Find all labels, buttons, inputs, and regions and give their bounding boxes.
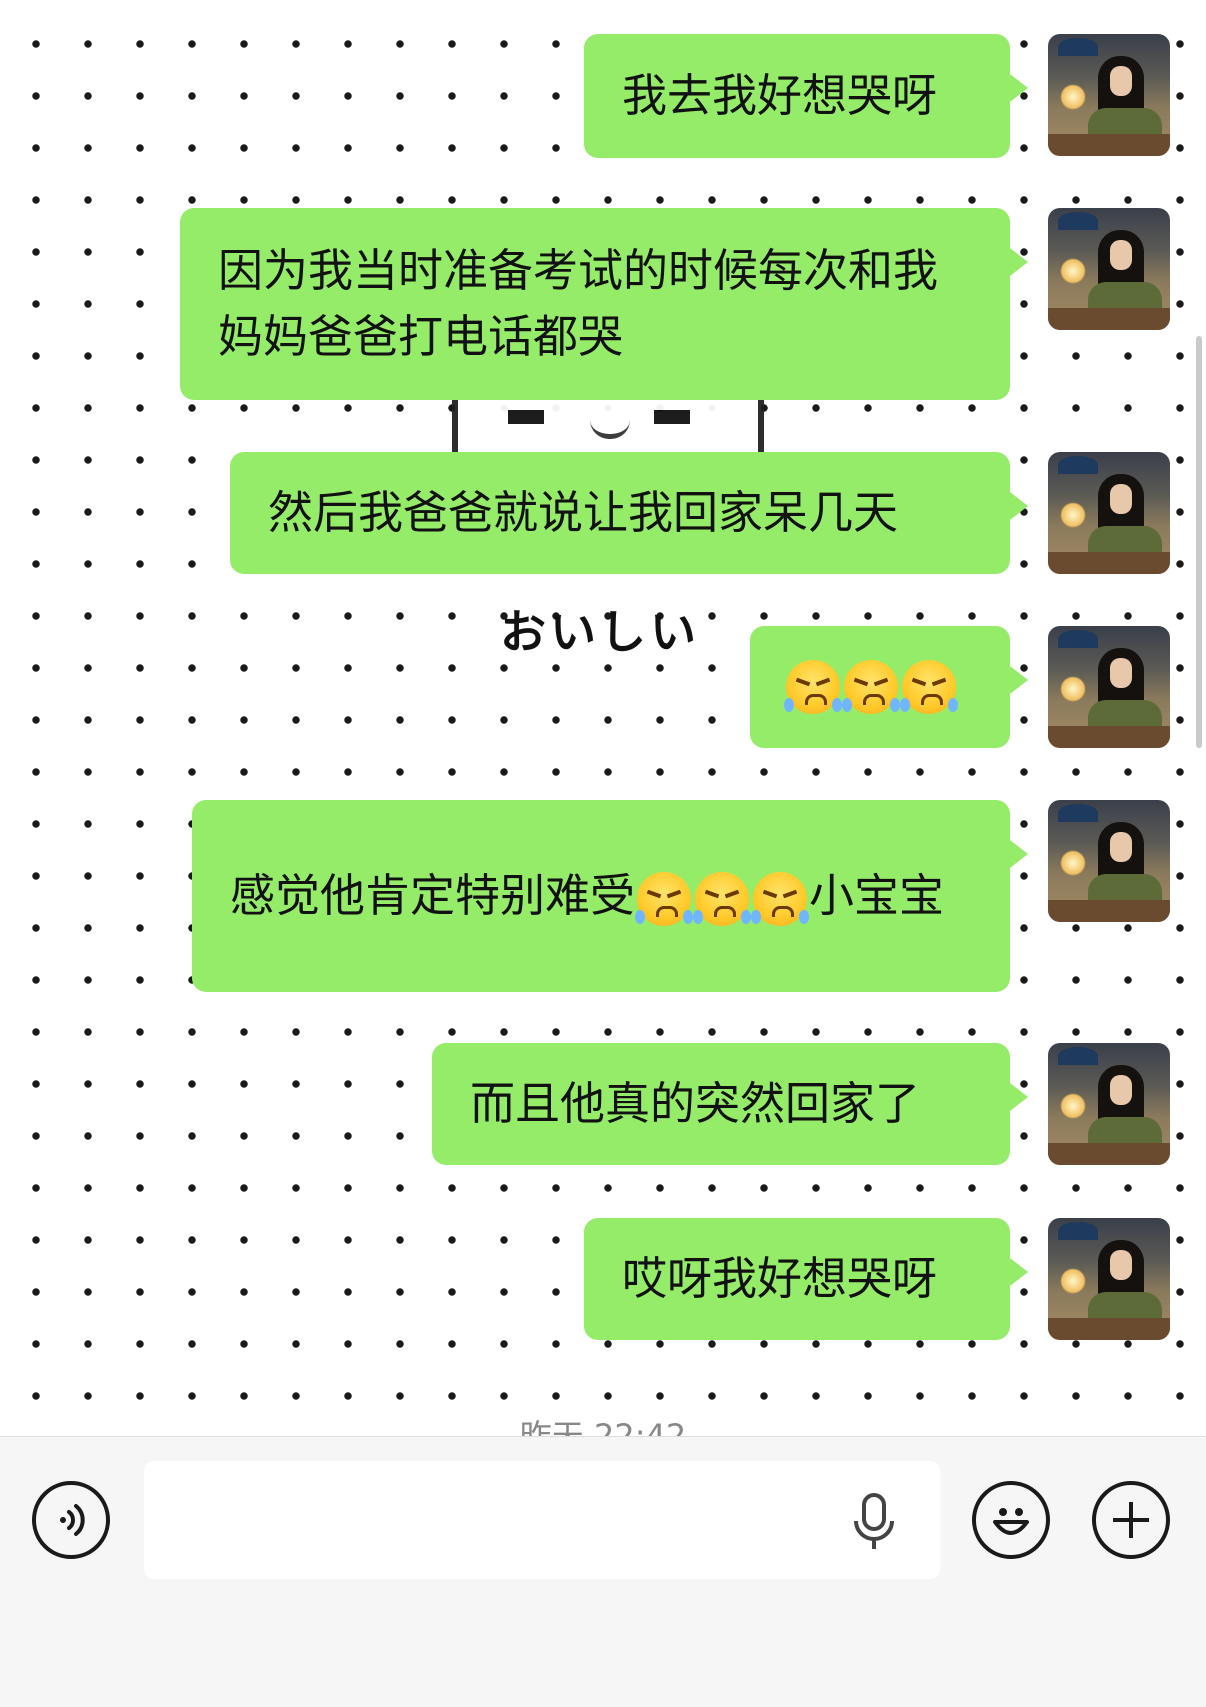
message-bubble[interactable]: 哎呀我好想哭呀 bbox=[584, 1218, 1028, 1340]
avatar[interactable] bbox=[1048, 34, 1170, 156]
voice-icon bbox=[60, 1504, 85, 1536]
persevering-face-icon bbox=[900, 660, 958, 714]
smiley-icon bbox=[993, 1508, 1029, 1535]
avatar[interactable] bbox=[1048, 1043, 1170, 1165]
emoji-button[interactable] bbox=[972, 1481, 1050, 1559]
message-text: 因为我当时准备考试的时候每次和我妈妈爸爸打电话都哭 bbox=[218, 244, 939, 363]
message-bubble[interactable]: 然后我爸爸就说让我回家呆几天 bbox=[230, 452, 1028, 574]
message-text: 我去我好想哭呀 bbox=[622, 69, 938, 122]
persevering-face-icon bbox=[784, 660, 842, 714]
persevering-face-icon bbox=[693, 872, 752, 926]
scrollbar[interactable] bbox=[1196, 336, 1202, 748]
avatar[interactable] bbox=[1048, 800, 1170, 922]
persevering-face-icon bbox=[842, 660, 900, 714]
plus-button[interactable] bbox=[1092, 1481, 1170, 1559]
sticker-caption: おいしい bbox=[500, 605, 700, 659]
avatar[interactable] bbox=[1048, 1218, 1170, 1340]
input-bar bbox=[0, 1436, 1206, 1707]
message-text: 哎呀我好想哭呀 bbox=[622, 1252, 938, 1305]
plus-icon bbox=[1113, 1502, 1149, 1538]
message-bubble[interactable]: 我去我好想哭呀 bbox=[584, 34, 1028, 158]
avatar[interactable] bbox=[1048, 626, 1170, 748]
message-content: 感觉他肯定特别难受 小宝宝 bbox=[230, 863, 972, 929]
sticker-mouth bbox=[590, 420, 630, 439]
message-input[interactable] bbox=[144, 1461, 940, 1579]
sticker-eye-left bbox=[508, 410, 544, 424]
avatar[interactable] bbox=[1048, 452, 1170, 574]
persevering-face-icon bbox=[635, 872, 694, 926]
message-bubble[interactable]: 因为我当时准备考试的时候每次和我妈妈爸爸打电话都哭 bbox=[180, 208, 1028, 400]
microphone-icon[interactable] bbox=[852, 1493, 896, 1551]
message-bubble[interactable] bbox=[750, 626, 1028, 748]
avatar[interactable] bbox=[1048, 208, 1170, 330]
message-text: 小宝宝 bbox=[809, 869, 945, 922]
persevering-face-icon bbox=[751, 872, 810, 926]
chat-area[interactable]: おいしい 我去我好想哭呀 因为我当时准备考试的时候每次和我妈妈爸爸打电话都哭 然… bbox=[0, 0, 1206, 1436]
sticker-eye-right bbox=[654, 410, 690, 424]
voice-button[interactable] bbox=[32, 1481, 110, 1559]
message-bubble[interactable]: 感觉他肯定特别难受 小宝宝 bbox=[192, 800, 1028, 992]
message-text: 然后我爸爸就说让我回家呆几天 bbox=[268, 486, 899, 539]
message-text: 而且他真的突然回家了 bbox=[470, 1077, 921, 1130]
message-bubble[interactable]: 而且他真的突然回家了 bbox=[432, 1043, 1028, 1165]
message-text: 感觉他肯定特别难受 bbox=[230, 869, 636, 922]
timestamp: 昨天 22:42 bbox=[484, 1412, 722, 1436]
